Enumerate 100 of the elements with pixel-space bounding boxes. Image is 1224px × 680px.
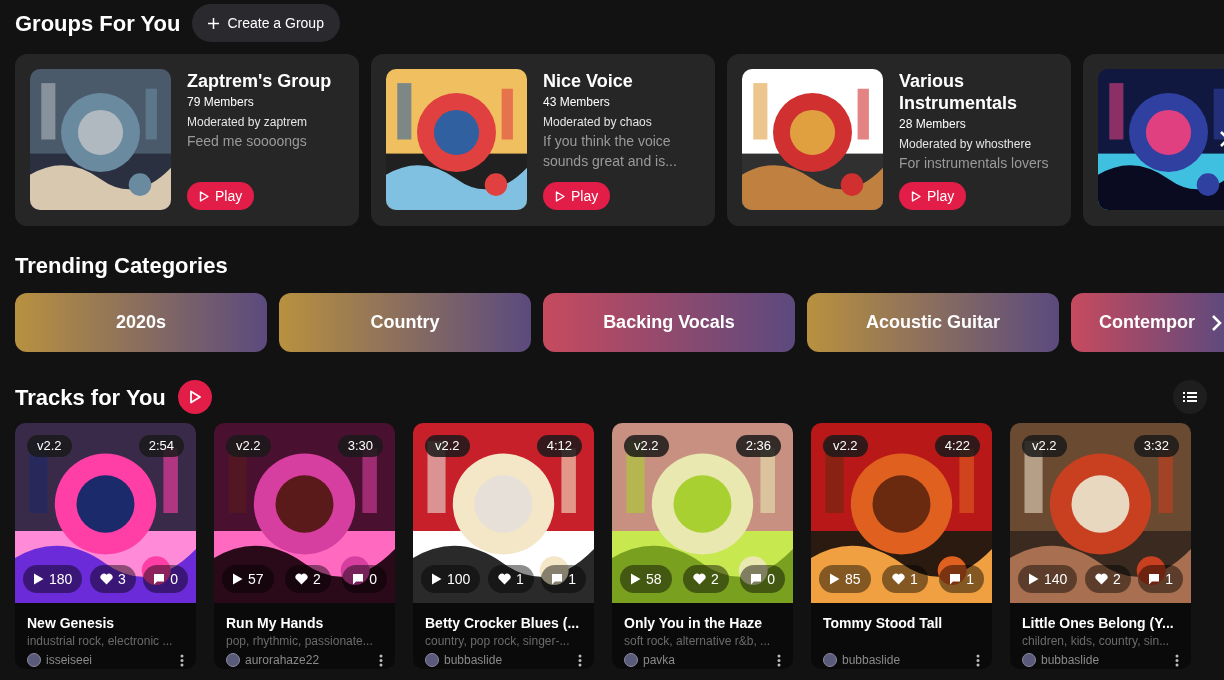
comment-count: 0 [740,565,785,593]
group-card[interactable]: Various Instrumentals 28 Members Moderated by whosthere For instrumentals lovers Play [727,54,1071,226]
play-icon [1028,573,1039,585]
duration-badge: 3:30 [337,435,383,457]
more-icon[interactable] [578,653,582,667]
track-card[interactable]: v2.2 2:54 180 3 0 New Genesis industrial rock, electronic ... isseiseei [15,423,196,669]
like-count: 3 [89,565,136,593]
list-view-button[interactable] [1173,380,1207,414]
version-badge: v2.2 [226,435,271,457]
track-title: Little Ones Belong (Y... [1022,615,1175,631]
comment-icon [949,573,962,585]
like-count: 1 [882,565,928,593]
duration-badge: 4:22 [934,435,980,457]
plus-icon [208,17,220,29]
comment-icon [750,573,763,585]
avatar-icon [226,653,240,667]
track-title: New Genesis [27,615,116,631]
avatar-icon [823,653,837,667]
group-name: Various Instrumentals [899,70,1019,114]
moderator-text: Moderated by whosthere [899,136,1033,152]
heart-icon [892,573,905,585]
track-title: Betty Crocker Blues (... [425,615,581,631]
more-icon[interactable] [976,653,980,667]
track-tags: soft rock, alternative r&b, ... [624,632,781,651]
member-count: 28 Members [899,116,967,132]
version-badge: v2.2 [27,435,72,457]
member-count: 79 Members [187,94,255,110]
like-count: 1 [487,565,534,593]
username[interactable]: bubbaslide [444,651,503,669]
like-count: 2 [683,565,729,593]
username[interactable]: aurorahaze22 [245,651,320,669]
group-card[interactable]: Nice Voice 43 Members Moderated by chaos If you think the voice sounds great and is... Play [371,54,715,226]
play-count: 180 [23,565,83,593]
comment-count: 1 [541,565,586,593]
comment-count: 1 [939,565,984,593]
track-card[interactable]: v2.2 4:12 100 1 1 Betty Crocker Blues (... country, pop rock, singer-... bubbaslide [413,423,594,669]
play-button[interactable]: Play [899,182,967,210]
section-title: Tracks for You [15,383,166,412]
username[interactable]: pavka [643,651,676,669]
section-title: Trending Categories [15,252,229,280]
track-tags: country, pop rock, singer-... [425,632,582,651]
username[interactable]: isseiseei [46,651,93,669]
play-icon [431,573,442,585]
play-count: 58 [620,565,672,593]
play-button[interactable]: Play [543,182,611,210]
moderator-text: Moderated by zaptrem [187,114,309,130]
like-count: 2 [285,565,331,593]
play-button[interactable]: Play [187,182,255,210]
track-card[interactable]: v2.2 3:32 140 2 1 Little Ones Belong (Y... children, kids, country, sin... bubbaslide [1010,423,1191,669]
category-button[interactable]: Country [279,293,531,352]
play-all-button[interactable] [177,380,212,414]
duration-badge: 2:36 [735,435,781,457]
duration-badge: 4:12 [536,435,582,457]
heart-icon [99,573,113,585]
duration-badge: 3:32 [1133,435,1179,457]
category-button[interactable]: Backing Vocals [543,293,795,352]
username[interactable]: bubbaslide [842,651,901,669]
play-icon [829,573,840,585]
heart-icon [295,573,308,585]
track-card[interactable]: v2.2 3:30 57 2 0 Run My Hands pop, rhythmic, passionate... aurorahaze22 [214,423,395,669]
play-icon [199,190,209,202]
category-button[interactable]: 2020s [15,293,267,352]
track-title: Tommy Stood Tall [823,615,944,631]
chevron-right-icon[interactable] [1211,314,1223,332]
comment-count: 1 [1138,565,1183,593]
section-title: Groups For You [15,9,181,38]
group-description: If you think the voice sounds great and is... [543,132,678,171]
comment-icon [1148,573,1161,585]
play-icon [911,190,921,202]
play-icon [187,390,202,404]
avatar-icon [1022,653,1036,667]
comment-icon [352,573,365,585]
group-card[interactable] [1083,54,1224,226]
group-name: Zaptrem's Group [187,70,332,92]
group-name: Nice Voice [543,70,634,92]
member-count: 43 Members [543,94,611,110]
track-card[interactable]: v2.2 4:22 85 1 1 Tommy Stood Tall bubbaslide [811,423,992,669]
comment-icon [551,573,564,585]
list-icon [1183,391,1197,403]
like-count: 2 [1084,565,1131,593]
category-button[interactable]: Acoustic Guitar [807,293,1059,352]
create-group-button[interactable]: Create a Group [192,4,340,42]
comment-icon [153,573,166,585]
more-icon[interactable] [777,653,781,667]
track-card[interactable]: v2.2 2:36 58 2 0 Only You in the Haze soft rock, alternative r&b, ... pavka [612,423,793,669]
comment-count: 0 [342,565,387,593]
play-count: 140 [1018,565,1078,593]
comment-count: 0 [143,565,188,593]
more-icon[interactable] [1175,653,1179,667]
more-icon[interactable] [180,653,184,667]
version-badge: v2.2 [1022,435,1067,457]
more-icon[interactable] [379,653,383,667]
heart-icon [693,573,706,585]
track-tags: pop, rhythmic, passionate... [226,632,383,651]
category-button[interactable]: Contempor [1071,293,1224,352]
version-badge: v2.2 [624,435,669,457]
group-card[interactable]: Zaptrem's Group 79 Members Moderated by zaptrem Feed me soooongs Play [15,54,359,226]
heart-icon [497,573,511,585]
username[interactable]: bubbaslide [1041,651,1100,669]
play-icon [555,190,565,202]
